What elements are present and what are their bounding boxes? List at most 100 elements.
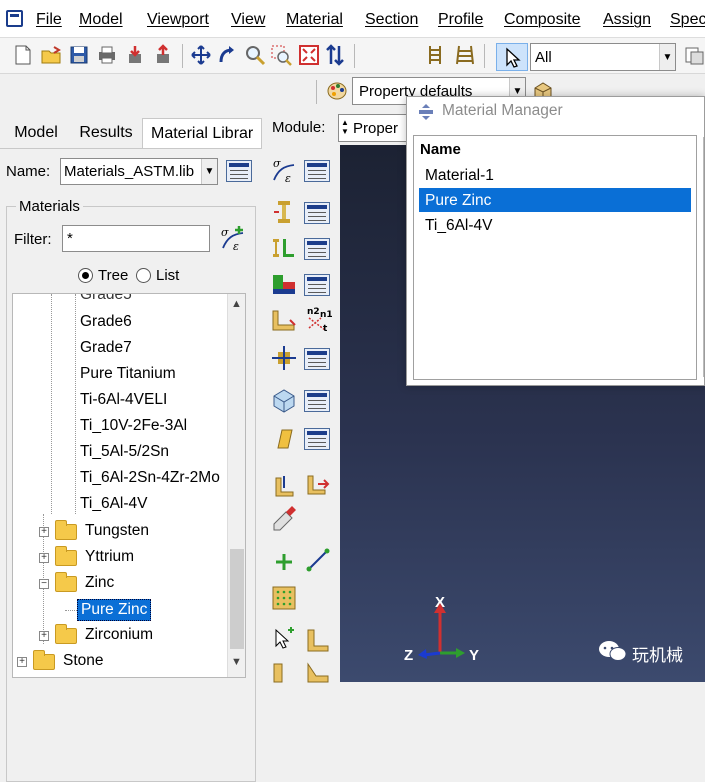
export-icon[interactable] xyxy=(152,44,174,66)
open-folder-icon[interactable] xyxy=(40,44,62,66)
svg-text:n1: n1 xyxy=(320,310,332,320)
tree-folder-yttrium[interactable]: Yttrium xyxy=(85,548,134,566)
create-section-icon[interactable] xyxy=(270,198,298,226)
create-profile-icon[interactable] xyxy=(270,234,298,262)
save-icon[interactable] xyxy=(68,44,90,66)
chevron-down-icon[interactable]: ▼ xyxy=(201,159,217,184)
scroll-down-icon[interactable]: ▼ xyxy=(231,656,242,668)
tree-folder-stone[interactable]: Stone xyxy=(63,652,104,670)
chevron-down-icon[interactable]: ▼ xyxy=(659,44,675,70)
tree-radio-label: Tree xyxy=(98,267,129,284)
connector-section-manager-icon[interactable] xyxy=(304,348,330,370)
menu-special[interactable]: Spec xyxy=(670,11,705,29)
print-icon[interactable] xyxy=(96,44,118,66)
tree-item-pure-zinc[interactable]: Pure Zinc xyxy=(77,599,152,621)
create-datum-axis-icon[interactable] xyxy=(304,546,332,574)
material-list: Name Material-1 Pure Zinc Ti_6Al-4V xyxy=(413,135,697,380)
auto-fit-icon[interactable] xyxy=(298,44,320,66)
menu-view[interactable]: View xyxy=(231,11,265,29)
list-radio[interactable] xyxy=(136,268,151,283)
box-zoom-icon[interactable] xyxy=(270,44,292,66)
tree-item-ti-10v-2fe-3al[interactable]: Ti_10V-2Fe-3Al xyxy=(80,417,187,435)
stringer-manager-icon[interactable] xyxy=(304,428,330,450)
library-manager-icon[interactable] xyxy=(226,160,252,182)
expand-tungsten-icon[interactable]: + xyxy=(39,527,49,537)
tab-divider xyxy=(0,148,262,149)
tab-results[interactable]: Results xyxy=(72,118,140,148)
filter-input[interactable]: * xyxy=(62,225,210,252)
tree-item-grade6[interactable]: Grade6 xyxy=(80,313,132,331)
tree-scrollbar[interactable]: ▲ ▼ xyxy=(227,294,245,677)
tab-material-library[interactable]: Material Librar xyxy=(142,118,262,148)
assign-rebar-icon[interactable] xyxy=(270,504,298,532)
menu-model[interactable]: Model xyxy=(79,11,123,29)
new-file-icon[interactable] xyxy=(12,44,34,66)
profile-manager-icon[interactable] xyxy=(304,238,330,260)
menu-material[interactable]: Material xyxy=(286,11,343,29)
create-composite-layup-icon[interactable] xyxy=(270,270,298,298)
tree-folder-tungsten[interactable]: Tungsten xyxy=(85,522,149,540)
assign-orientation-icon[interactable]: n2 n1 t xyxy=(304,304,332,332)
create-material-stress-strain-icon[interactable]: σ ε xyxy=(270,156,298,184)
material-manager-icon[interactable] xyxy=(304,160,330,182)
partition-face-icon[interactable] xyxy=(304,626,332,654)
cycle-views-icon[interactable] xyxy=(324,44,346,66)
create-mesh-grid-icon[interactable] xyxy=(270,584,298,612)
library-name-combo[interactable]: Materials_ASTM.lib ▼ xyxy=(60,158,218,185)
tree-item-grade7[interactable]: Grade7 xyxy=(80,339,132,357)
create-stringer-icon[interactable] xyxy=(270,424,298,452)
rotate-icon[interactable] xyxy=(216,44,238,66)
pan-icon[interactable] xyxy=(190,44,212,66)
create-datum-point-icon[interactable] xyxy=(270,548,298,576)
import-icon[interactable] xyxy=(124,44,146,66)
tree-folder-zirconium[interactable]: Zirconium xyxy=(85,626,153,644)
tree-item-ti-6al-2sn-4zr-2mo[interactable]: Ti_6Al-2Sn-4Zr-2Mo xyxy=(80,469,220,487)
window-menu-icon[interactable] xyxy=(6,10,23,27)
expand-yttrium-icon[interactable]: + xyxy=(39,553,49,563)
create-connector-section-icon[interactable] xyxy=(270,344,298,372)
list-query-icon[interactable] xyxy=(424,44,446,66)
tree-folder-zinc[interactable]: Zinc xyxy=(85,574,114,592)
scroll-up-icon[interactable]: ▲ xyxy=(231,298,242,310)
assign-section-icon[interactable] xyxy=(270,306,298,334)
create-material-icon[interactable]: σ ε xyxy=(219,224,247,252)
tree-item-pure-titanium[interactable]: Pure Titanium xyxy=(80,365,176,383)
selection-options-icon[interactable] xyxy=(683,44,705,66)
module-combo[interactable]: Proper ▲ ▼ xyxy=(338,114,408,142)
selection-filter-combo[interactable]: All ▼ xyxy=(530,43,676,71)
menu-section[interactable]: Section xyxy=(365,11,418,29)
expand-stone-icon[interactable]: + xyxy=(17,657,27,667)
assign-normal-icon[interactable] xyxy=(304,472,332,500)
zoom-icon[interactable] xyxy=(244,44,266,66)
tree-item-ti-5al-5-2sn[interactable]: Ti_5Al-5/2Sn xyxy=(80,443,169,461)
svg-text:ε: ε xyxy=(233,240,239,252)
select-tool-button[interactable] xyxy=(496,43,528,71)
tree-item-grade5[interactable]: Grade5 xyxy=(80,294,132,304)
query-cursor-icon[interactable] xyxy=(270,626,298,654)
composite-manager-icon[interactable] xyxy=(304,274,330,296)
material-row-material-1[interactable]: Material-1 xyxy=(419,163,691,187)
tree-radio[interactable] xyxy=(78,268,93,283)
menu-viewport[interactable]: Viewport xyxy=(147,11,209,29)
menu-assign[interactable]: Assign xyxy=(603,11,651,29)
tree-item-ti-6al-4v[interactable]: Ti_6Al-4V xyxy=(80,495,147,513)
assign-beam-orientation-icon[interactable] xyxy=(270,472,298,500)
svg-text:σ: σ xyxy=(221,226,229,239)
folder-icon xyxy=(33,650,55,670)
skin-manager-icon[interactable] xyxy=(304,390,330,412)
tree-item-ti-6al-4veli[interactable]: Ti-6Al-4VELI xyxy=(80,391,167,409)
create-skin-icon[interactable] xyxy=(270,386,298,414)
collapse-zinc-icon[interactable]: − xyxy=(39,579,49,589)
section-manager-icon[interactable] xyxy=(304,202,330,224)
scrollbar-thumb[interactable] xyxy=(230,549,244,649)
tab-model[interactable]: Model xyxy=(4,118,68,148)
rail-query-icon[interactable] xyxy=(454,44,476,66)
expand-zirconium-icon[interactable]: + xyxy=(39,631,49,641)
color-palette-icon[interactable] xyxy=(326,80,348,102)
spinner-icon[interactable]: ▲ ▼ xyxy=(341,118,349,136)
menu-composite[interactable]: Composite xyxy=(504,11,580,29)
menu-profile[interactable]: Profile xyxy=(438,11,483,29)
menu-file[interactable]: File xyxy=(36,11,62,29)
material-row-pure-zinc[interactable]: Pure Zinc xyxy=(419,188,691,212)
material-row-ti-6al-4v[interactable]: Ti_6Al-4V xyxy=(419,213,691,237)
